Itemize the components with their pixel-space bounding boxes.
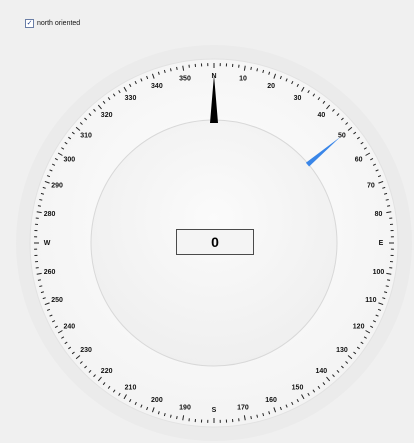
dial-tick xyxy=(385,198,389,201)
dial-label: 50 xyxy=(338,132,346,139)
dial-label: 170 xyxy=(237,404,249,411)
dial-label: 220 xyxy=(101,368,113,375)
dial-label: 60 xyxy=(355,156,363,163)
dial-label: 290 xyxy=(51,183,63,190)
dial-label: S xyxy=(212,407,217,414)
dial-label: 250 xyxy=(51,297,63,304)
dial-label: 40 xyxy=(317,112,325,119)
dial-label: 260 xyxy=(44,269,56,276)
dial-label: 280 xyxy=(44,211,56,218)
dial-label: 140 xyxy=(316,368,328,375)
dial-tick xyxy=(39,285,43,288)
dial-tick xyxy=(250,416,252,420)
dial-label: E xyxy=(379,240,384,247)
dial-label: 150 xyxy=(292,384,304,391)
dial-label: 320 xyxy=(101,112,113,119)
dial-label: 210 xyxy=(125,384,137,391)
dial-tick xyxy=(37,279,41,281)
dial-tick xyxy=(169,68,172,72)
dial-label: 10 xyxy=(239,75,247,82)
dial-label: 70 xyxy=(367,183,375,190)
dial-label: 190 xyxy=(179,404,191,411)
dial-tick xyxy=(176,66,178,70)
dial-tick xyxy=(256,414,259,418)
dial-label: 340 xyxy=(151,83,163,90)
dial-tick xyxy=(387,205,391,207)
compass-dial: N1020304050607080E1001101201301401501601… xyxy=(16,45,412,441)
dial-tick xyxy=(385,285,389,288)
dial-label: W xyxy=(44,240,51,247)
dial-label: 100 xyxy=(373,269,385,276)
dial-label: 130 xyxy=(336,347,348,354)
dial-tick xyxy=(250,66,252,70)
dial-label: 80 xyxy=(375,211,383,218)
dial-tick xyxy=(37,205,41,207)
dial-label: 310 xyxy=(80,132,92,139)
dial-label: 240 xyxy=(64,323,76,330)
dial-label: 20 xyxy=(267,83,275,90)
dial-tick xyxy=(176,416,178,420)
dial-tick xyxy=(169,414,172,418)
dial-tick xyxy=(39,198,43,201)
dial-label: 30 xyxy=(294,95,302,102)
dial-label: 330 xyxy=(125,95,137,102)
dial-label: 230 xyxy=(80,347,92,354)
dial-label: 110 xyxy=(365,297,376,304)
dial-tick xyxy=(387,279,391,281)
dial-tick xyxy=(256,68,259,72)
dial-label: 350 xyxy=(179,75,191,82)
heading-readout: 0 xyxy=(176,229,254,255)
dial-label: 200 xyxy=(151,397,163,404)
dial-label: 120 xyxy=(353,323,365,330)
dial-label: 300 xyxy=(64,156,76,163)
dial-label: 160 xyxy=(265,397,277,404)
